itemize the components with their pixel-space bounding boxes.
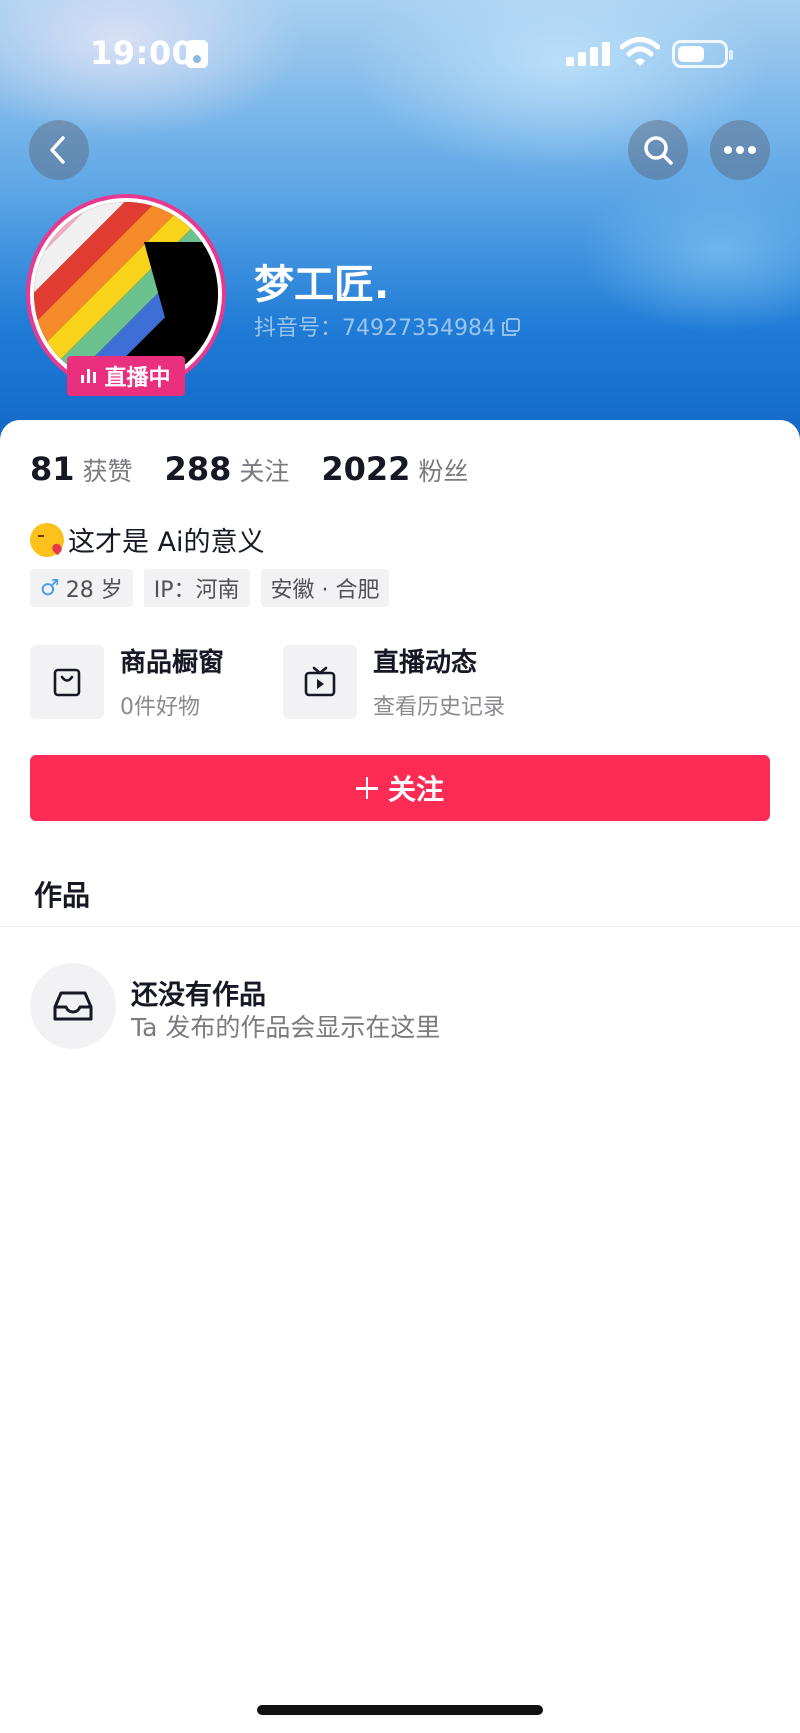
plus-icon [355,777,378,799]
profile-content-sheet [0,420,800,1733]
search-button[interactable] [628,120,688,180]
empty-state-icon-box [30,963,116,1049]
feature-icon-box [30,644,104,719]
profile-tags: ♂ 28 岁 IP：河南 安徽 · 合肥 [30,569,390,607]
battery-icon [672,40,733,68]
live-badge[interactable]: 直播中 [67,356,185,396]
stat-value: 288 [164,450,232,488]
tab-divider [0,926,800,927]
feature-title: 商品橱窗 [120,648,225,678]
location-tag: 安徽 · 合肥 [260,569,390,607]
feature-subtitle: 0件好物 [120,695,200,720]
ip-text: IP：河南 [153,578,240,603]
product-showcase-entry[interactable]: 商品橱窗 0件好物 [30,642,224,721]
home-indicator[interactable] [257,1705,543,1715]
search-icon [644,136,673,165]
stat-likes[interactable]: 81 获赞 [30,450,133,488]
live-history-entry[interactable]: 直播动态 查看历史记录 [283,642,505,721]
follow-button[interactable]: 关注 [30,755,770,821]
empty-state-title: 还没有作品 [131,980,266,1011]
male-icon: ♂ [40,575,60,601]
stats-row: 81 获赞 288 关注 2022 粉丝 [30,450,500,488]
chevron-left-icon [50,136,65,164]
wifi-icon [619,36,661,68]
follow-button-label: 关注 [387,774,444,805]
age-tag: ♂ 28 岁 [30,569,133,607]
ip-tag: IP：河南 [143,569,250,607]
stat-value: 81 [30,450,75,488]
tab-works[interactable]: 作品 [34,874,90,914]
more-dots-icon [724,146,756,154]
back-button[interactable] [29,120,89,180]
age-text: 28 岁 [65,578,123,603]
stat-label: 粉丝 [418,457,469,486]
feature-icon-box [283,644,357,719]
inbox-icon [53,991,93,1021]
feature-subtitle: 查看历史记录 [373,695,506,720]
id-card-icon [186,40,208,68]
stat-label: 关注 [239,457,290,486]
stat-label: 获赞 [82,457,133,486]
live-signal-icon [81,369,97,383]
feature-text: 直播动态 查看历史记录 [373,642,505,721]
shopping-bag-icon [53,668,81,696]
douyin-id[interactable]: 抖音号：74927354984 [254,310,520,342]
stat-followers[interactable]: 2022 粉丝 [321,450,468,488]
bio: 这才是 Ai的意义 [30,520,265,559]
feature-text: 商品橱窗 0件好物 [120,642,224,721]
copy-icon[interactable] [502,317,520,336]
douyin-id-text: 抖音号：74927354984 [254,316,496,341]
kiss-emoji-icon [30,522,64,557]
live-badge-label: 直播中 [104,366,171,391]
signal-icon [566,42,610,66]
location-text: 安徽 · 合肥 [270,578,380,603]
stat-following[interactable]: 288 关注 [165,450,290,488]
nickname: 梦工匠. [254,262,390,308]
status-time: 19:00 [90,34,195,72]
stat-value: 2022 [321,450,411,488]
more-button[interactable] [710,120,770,180]
feature-title: 直播动态 [373,648,478,678]
bio-text: 这才是 Ai的意义 [68,527,265,558]
tv-play-icon [304,666,336,696]
empty-state-subtitle: Ta 发布的作品会显示在这里 [131,1013,441,1042]
